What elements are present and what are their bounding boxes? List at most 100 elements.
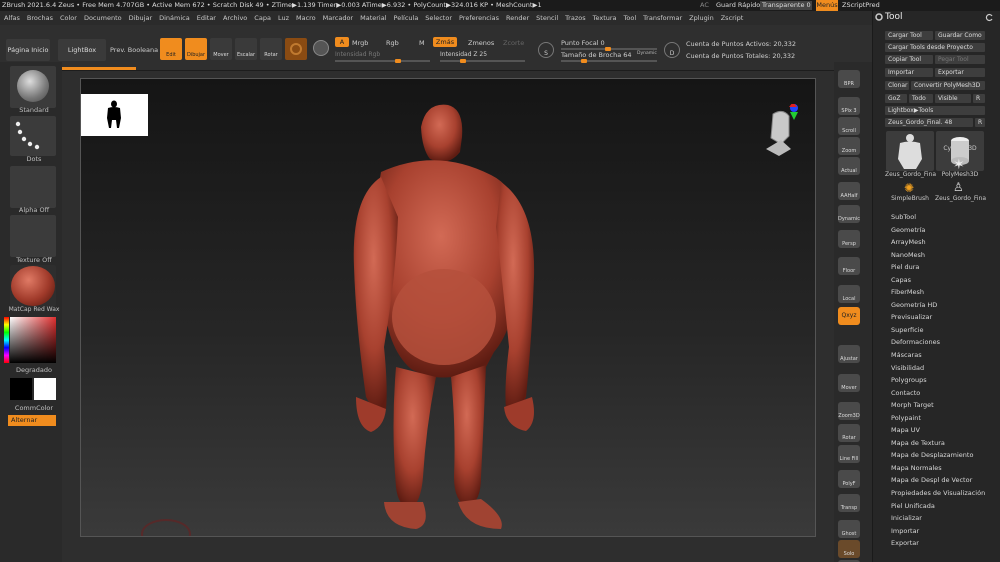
shelf-button-1[interactable]: SPix 3 (838, 97, 860, 115)
shelf-button-15[interactable]: Line Fill (838, 445, 860, 463)
goz-button[interactable]: GoZ (885, 94, 907, 103)
subpalette-item[interactable]: Geometría (891, 224, 985, 237)
z-intensity-knob[interactable] (460, 59, 466, 63)
make-polymesh-button[interactable]: Convertir PolyMesh3D (911, 81, 985, 90)
z-intensity-track[interactable] (440, 59, 525, 63)
gear-icon[interactable] (875, 13, 883, 21)
thumb-zeus[interactable] (886, 131, 934, 171)
zadd-button[interactable]: Zmás (433, 37, 457, 47)
focal-track[interactable] (561, 47, 657, 51)
shelf-button-19[interactable]: Solo (838, 540, 860, 558)
z-intensity-slider[interactable]: Intensidad Z 25 (440, 51, 487, 58)
lightbox-tools-button[interactable]: Lightbox▶Tools (885, 106, 985, 115)
shelf-button-4[interactable]: Actual (838, 157, 860, 175)
menu-21[interactable]: Transformar (643, 14, 682, 22)
m-button[interactable]: M (419, 39, 425, 47)
subpalette-item[interactable]: Exportar (891, 537, 985, 550)
subpalette-item[interactable]: FiberMesh (891, 286, 985, 299)
all-button[interactable]: Todo (909, 94, 933, 103)
rgb-button[interactable]: Rgb (386, 39, 399, 47)
rgb-intensity-knob[interactable] (395, 59, 401, 63)
subpalette-item[interactable]: NanoMesh (891, 249, 985, 262)
paste-tool-button[interactable]: Pegar Tool (935, 55, 985, 64)
quicksave-button[interactable]: Guard Rápido (716, 0, 760, 11)
home-page-button[interactable]: Página Inicio (6, 39, 50, 61)
menu-10[interactable]: Macro (296, 14, 316, 22)
menu-8[interactable]: Capa (254, 14, 271, 22)
menu-4[interactable]: Dibujar (129, 14, 153, 22)
shelf-button-9[interactable]: Local (838, 285, 860, 303)
lightbox-button[interactable]: LightBox (58, 39, 106, 61)
subpalette-item[interactable]: Visibilidad (891, 362, 985, 375)
stroke-dots-button[interactable] (10, 116, 56, 156)
menu-16[interactable]: Render (506, 14, 529, 22)
brush-standard-button[interactable] (10, 66, 56, 108)
shelf-button-6[interactable]: Dynamic (838, 205, 860, 223)
menu-6[interactable]: Editar (197, 14, 216, 22)
brush-size-knob[interactable] (581, 59, 587, 63)
shelf-button-12[interactable]: Mover (838, 374, 860, 392)
rgb-intensity-track[interactable] (335, 59, 430, 63)
dynamic-toggle[interactable]: Dynamic (637, 51, 657, 56)
shelf-button-3[interactable]: Zoom (838, 137, 860, 155)
alternate-button[interactable]: Alternar (8, 415, 56, 426)
subpalette-item[interactable]: Geometría HD (891, 299, 985, 312)
shelf-button-13[interactable]: Zoom3D (838, 402, 860, 420)
zeus-model-3d[interactable] (326, 97, 556, 537)
subpalette-item[interactable]: Morph Target (891, 399, 985, 412)
subpalette-item[interactable]: Previsualizar (891, 311, 985, 324)
texture-button[interactable] (10, 215, 56, 257)
figure-small-icon[interactable]: ♙ (953, 180, 964, 194)
shelf-button-11[interactable]: Ajustar (838, 345, 860, 363)
menu-20[interactable]: Tool (624, 14, 637, 22)
simplebrush-icon[interactable]: ✺ (904, 181, 914, 195)
clone-button[interactable]: Clonar (885, 81, 909, 90)
subpalette-item[interactable]: Máscaras (891, 349, 985, 362)
color-picker-icon[interactable] (313, 40, 329, 56)
r-button-2[interactable]: R (975, 118, 985, 127)
menu-13[interactable]: Película (394, 14, 419, 22)
menu-17[interactable]: Stencil (536, 14, 558, 22)
menu-5[interactable]: Dinámica (159, 14, 190, 22)
import-button[interactable]: Importar (885, 68, 933, 77)
shelf-button-5[interactable]: AAHalf (838, 182, 860, 200)
rotate-button[interactable]: Rotar (260, 38, 282, 60)
main-color-swatch[interactable] (10, 378, 32, 400)
subpalette-item[interactable]: ArrayMesh (891, 236, 985, 249)
zscript-button[interactable]: ZScriptPred (842, 0, 880, 11)
menu-19[interactable]: Textura (593, 14, 617, 22)
subpalette-item[interactable]: Propiedades de Visualización (891, 487, 985, 500)
color-picker-square[interactable] (10, 317, 56, 363)
transparent-slider[interactable]: Transparente 0 (760, 1, 812, 10)
move-button[interactable]: Mover (210, 38, 232, 60)
shelf-button-17[interactable]: Transp (838, 494, 860, 512)
subpalette-item[interactable]: Deformaciones (891, 336, 985, 349)
material-button[interactable] (10, 265, 56, 307)
shelf-button-8[interactable]: Floor (838, 257, 860, 275)
r-button[interactable]: R (973, 94, 985, 103)
load-tool-button[interactable]: Cargar Tool (885, 31, 933, 40)
menu-0[interactable]: Alfas (4, 14, 20, 22)
material-swatch[interactable] (285, 38, 307, 60)
subpalette-item[interactable]: Inicializar (891, 512, 985, 525)
shelf-button-7[interactable]: Persp (838, 230, 860, 248)
subpalette-item[interactable]: Piel dura (891, 261, 985, 274)
hue-strip[interactable] (4, 317, 9, 363)
subpalette-item[interactable]: Mapa de Desplazamiento (891, 449, 985, 462)
subpalette-item[interactable]: Capas (891, 274, 985, 287)
draw-button[interactable]: Dibujar (185, 38, 207, 60)
zcut-button[interactable]: Zcorte (503, 39, 524, 47)
menu-15[interactable]: Preferencias (459, 14, 499, 22)
menu-18[interactable]: Trazos (565, 14, 585, 22)
zsub-button[interactable]: Zmenos (468, 39, 494, 47)
visible-button[interactable]: Visible (935, 94, 971, 103)
shelf-button-18[interactable]: Ghost (838, 520, 860, 538)
save-as-button[interactable]: Guardar Como (935, 31, 985, 40)
menu-22[interactable]: Zplugin (689, 14, 714, 22)
subpalette-item[interactable]: Polygroups (891, 374, 985, 387)
menu-9[interactable]: Luz (278, 14, 289, 22)
brush-size-track[interactable] (561, 59, 657, 63)
menu-7[interactable]: Archivo (223, 14, 247, 22)
orientation-gizmo[interactable] (761, 102, 801, 164)
subpalette-item[interactable]: Piel Unificada (891, 500, 985, 513)
